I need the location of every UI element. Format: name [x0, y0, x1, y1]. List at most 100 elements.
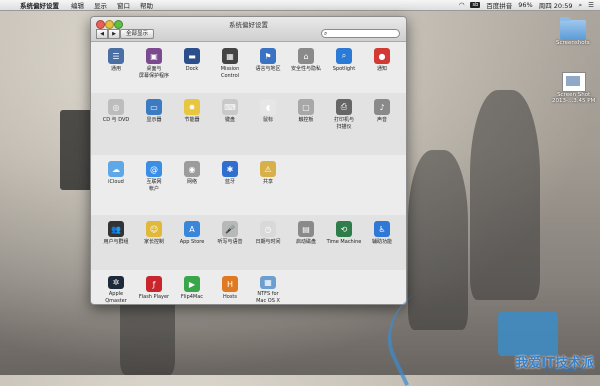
pref-pane-users-groups[interactable]: 👥 用户与群组 [97, 215, 135, 270]
pref-pane-sharing[interactable]: ⚠ 共享 [249, 155, 287, 215]
pref-pane-displays[interactable]: ▭ 显示器 [135, 93, 173, 155]
pref-pane-trackpad[interactable]: ▢ 触控板 [287, 93, 325, 155]
search-input[interactable]: ⌕ [321, 29, 400, 38]
pref-pane-label: 共享 [262, 179, 273, 185]
language-region-icon: ⚑ [260, 48, 276, 64]
app-store-icon: A [184, 221, 200, 237]
pref-pane-keyboard[interactable]: ⌨ 键盘 [211, 93, 249, 155]
general-icon: ☰ [108, 48, 124, 64]
menu-help[interactable]: 帮助 [140, 0, 153, 10]
desktop-folder-screenshots[interactable]: Screenshots [556, 17, 590, 46]
pref-pane-general[interactable]: ☰ 通用 [97, 42, 135, 93]
pref-pane-hosts[interactable]: H Hosts [211, 270, 249, 304]
pref-pane-mouse[interactable]: ◖ 鼠标 [249, 93, 287, 155]
pref-pane-time-machine[interactable]: ⟲ Time Machine [325, 215, 363, 270]
pref-pane-label: 安全性与隐私 [290, 66, 321, 72]
displays-icon: ▭ [146, 99, 162, 115]
sharing-icon: ⚠ [260, 161, 276, 177]
security-privacy-icon: ⌂ [298, 48, 314, 64]
pref-pane-label: Dock [185, 66, 199, 72]
section-internet: ☁ iCloud @ 互联网 帐户 ◉ 网络 ✱ 蓝牙 ⚠ 共享 [91, 155, 406, 215]
input-badge[interactable]: sb [470, 2, 481, 8]
desktop-item-label: Screenshots [556, 40, 590, 46]
pref-pane-date-time[interactable]: ◷ 日期与时间 [249, 215, 287, 270]
pref-pane-label: 键盘 [224, 117, 235, 123]
pref-pane-sound[interactable]: ♪ 声音 [363, 93, 401, 155]
pref-pane-label: 语言与地区 [255, 66, 281, 72]
pref-pane-label: 日期与时间 [255, 239, 281, 245]
menu-window[interactable]: 窗口 [117, 0, 130, 10]
section-hardware: ◎ CD 与 DVD ▭ 显示器 ✹ 节能器 ⌨ 键盘 ◖ 鼠标 ▢ 触控板 ⎙ 打印机与 扫描仪 ♪ 声音 [91, 93, 406, 155]
pref-pane-label: 辅助功能 [371, 239, 392, 245]
pref-pane-label: 蓝牙 [224, 179, 235, 185]
section-other: ✲ Apple Qmaster ƒ Flash Player ▶ Flip4Mac H Hos… [91, 270, 406, 304]
pref-pane-dock[interactable]: ▬ Dock [173, 42, 211, 93]
pref-pane-icloud[interactable]: ☁ iCloud [97, 155, 135, 215]
pref-pane-security-privacy[interactable]: ⌂ 安全性与隐私 [287, 42, 325, 93]
search-icon[interactable]: ⌕ [579, 1, 583, 10]
menu-view[interactable]: 显示 [94, 0, 107, 10]
pref-pane-desktop-screensaver[interactable]: ▣ 桌面与 屏幕保护程序 [135, 42, 173, 93]
dictation-speech-icon: 🎤 [222, 221, 238, 237]
pref-pane-startup-disk[interactable]: ▤ 启动磁盘 [287, 215, 325, 270]
pref-pane-parental-controls[interactable]: ☺ 家长控制 [135, 215, 173, 270]
pref-pane-printers-scanners[interactable]: ⎙ 打印机与 扫描仪 [325, 93, 363, 155]
clock[interactable]: 周四 20:59 [539, 0, 573, 10]
wifi-icon[interactable]: ◠ [459, 1, 465, 9]
section-personal: ☰ 通用 ▣ 桌面与 屏幕保护程序 ▬ Dock ▦ Mission Control ⚑ 语言与地… [91, 42, 406, 93]
pref-pane-mission-control[interactable]: ▦ Mission Control [211, 42, 249, 93]
desktop-file-screenshot[interactable]: Screen Shot 2013-...3.45 PM [552, 72, 595, 104]
status-area: ◠ sb 百度拼音 96% 周四 20:59 ⌕ ☰ [459, 0, 600, 11]
forward-button[interactable]: ▶ [108, 29, 120, 39]
input-method-menu[interactable]: 百度拼音 [486, 0, 512, 10]
back-button[interactable]: ◀ [96, 29, 108, 39]
pref-pane-label: 触控板 [298, 117, 314, 123]
watermark: 我爱IT技术派 52ssspai.com [515, 352, 594, 373]
pref-pane-label: NTFS for Mac OS X [256, 291, 280, 304]
pref-pane-spotlight[interactable]: ⌕ Spotlight [325, 42, 363, 93]
battery-status[interactable]: 96% [518, 1, 532, 9]
notification-center-icon[interactable]: ☰ [588, 1, 594, 9]
pref-pane-app-store[interactable]: A App Store [173, 215, 211, 270]
desktop-item-label: Screen Shot 2013-...3.45 PM [552, 92, 596, 104]
show-all-button[interactable]: 全部显示 [120, 29, 155, 39]
menu-bar: 系统偏好设置 编辑 显示 窗口 帮助 ◠ sb 百度拼音 96% 周四 20:5… [0, 0, 600, 11]
pref-pane-notifications[interactable]: ● 通知 [363, 42, 401, 93]
pref-pane-internet-accounts[interactable]: @ 互联网 帐户 [135, 155, 173, 215]
pref-pane-dictation-speech[interactable]: 🎤 听写与语音 [211, 215, 249, 270]
pref-pane-label: Flip4Mac [180, 294, 204, 300]
section-system: 👥 用户与群组 ☺ 家长控制 A App Store 🎤 听写与语音 ◷ 日期与时间 ▤ 启动磁盘 ⟲ T… [91, 215, 406, 270]
pref-pane-accessibility[interactable]: ♿ 辅助功能 [363, 215, 401, 270]
pref-pane-label: 节能器 [184, 117, 200, 123]
screenshot-file-icon [561, 72, 586, 92]
pref-pane-flash-player[interactable]: ƒ Flash Player [135, 270, 173, 304]
pref-pane-label: 通用 [110, 66, 121, 72]
network-icon: ◉ [184, 161, 200, 177]
notifications-icon: ● [374, 48, 390, 64]
users-groups-icon: 👥 [108, 221, 124, 237]
pref-pane-flip4mac[interactable]: ▶ Flip4Mac [173, 270, 211, 304]
accessibility-icon: ♿ [374, 221, 390, 237]
pref-pane-label: CD 与 DVD [102, 117, 130, 123]
pref-pane-cd-dvd[interactable]: ◎ CD 与 DVD [97, 93, 135, 155]
sound-icon: ♪ [374, 99, 390, 115]
system-preferences-window: 系统偏好设置 ◀ ▶ 全部显示 ⌕ ☰ 通用 ▣ 桌面与 屏幕保护程序 ▬ Dock ▦ Mi… [90, 16, 407, 305]
pref-pane-label: 启动磁盘 [295, 239, 316, 245]
app-menu[interactable]: 系统偏好设置 [20, 0, 59, 10]
pref-pane-energy-saver[interactable]: ✹ 节能器 [173, 93, 211, 155]
mouse-icon: ◖ [260, 99, 276, 115]
pref-pane-network[interactable]: ◉ 网络 [173, 155, 211, 215]
finder-dock-icon [498, 312, 558, 356]
pref-pane-language-region[interactable]: ⚑ 语言与地区 [249, 42, 287, 93]
apple-qmaster-icon: ✲ [108, 276, 124, 289]
hosts-icon: H [222, 276, 238, 292]
pref-pane-label: 互联网 帐户 [146, 179, 162, 192]
pref-pane-bluetooth[interactable]: ✱ 蓝牙 [211, 155, 249, 215]
date-time-icon: ◷ [260, 221, 276, 237]
pref-pane-ntfs[interactable]: ▦ NTFS for Mac OS X [249, 270, 287, 304]
menu-edit[interactable]: 编辑 [71, 0, 84, 10]
ntfs-icon: ▦ [260, 276, 276, 289]
flash-player-icon: ƒ [146, 276, 162, 292]
pref-pane-apple-qmaster[interactable]: ✲ Apple Qmaster [97, 270, 135, 304]
pref-pane-label: 鼠标 [262, 117, 273, 123]
